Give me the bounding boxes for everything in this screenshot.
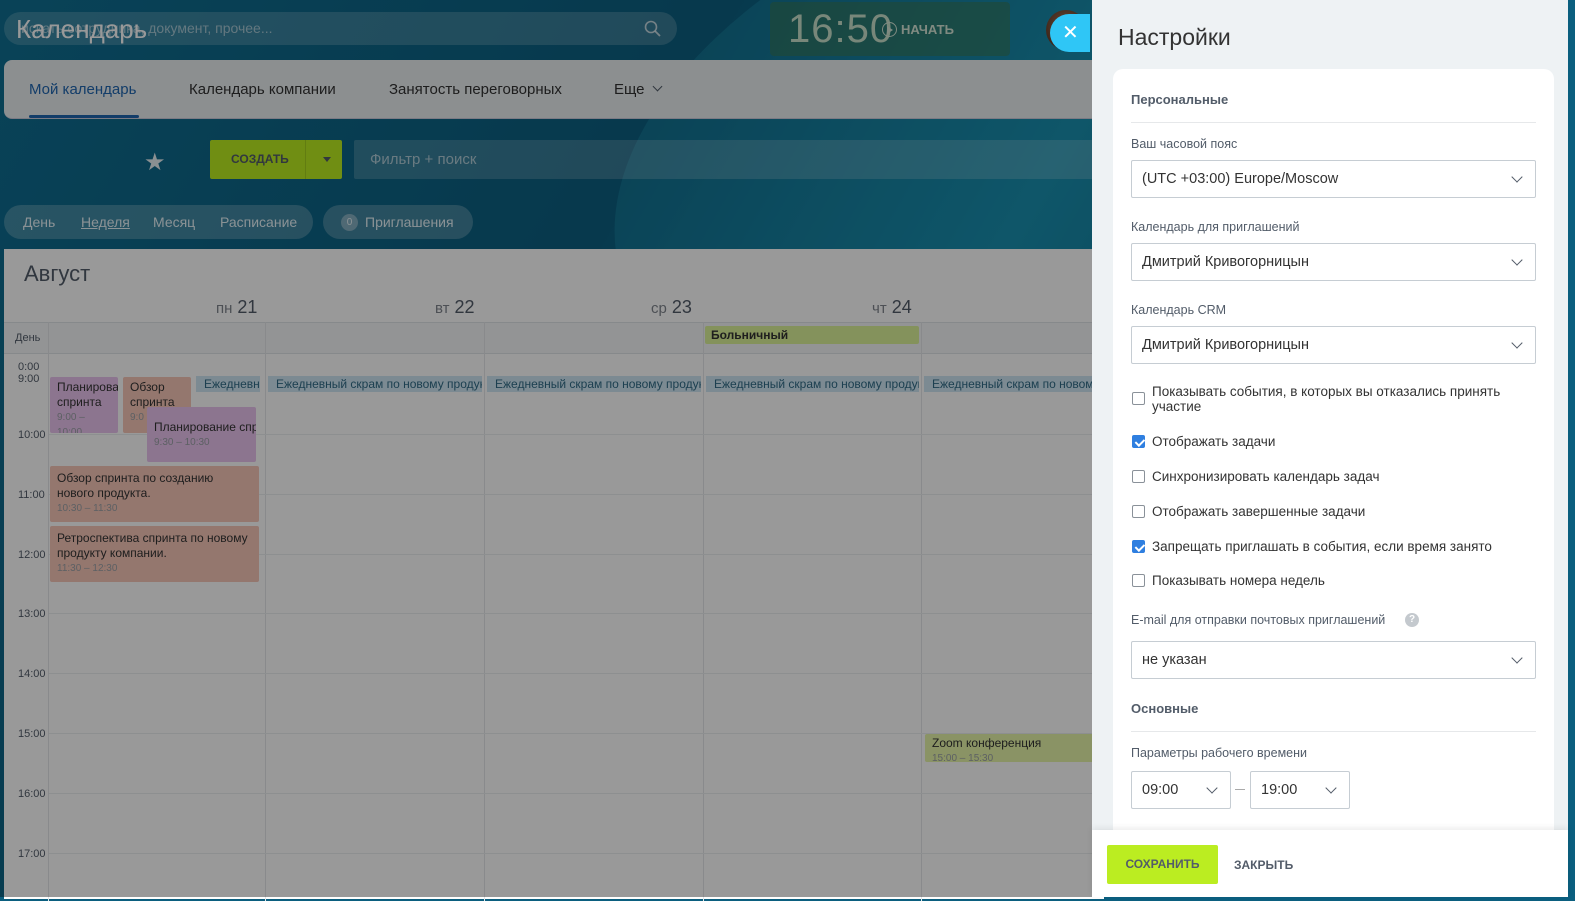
- chevron-down-icon: [1325, 782, 1337, 794]
- checkbox-show-declined[interactable]: [1132, 392, 1145, 405]
- work-end-select[interactable]: 19:00: [1250, 771, 1350, 809]
- divider: [1131, 731, 1536, 732]
- chevron-down-icon: [1511, 254, 1523, 266]
- email-select[interactable]: не указан: [1131, 641, 1536, 679]
- work-start-select[interactable]: 09:00: [1131, 771, 1231, 809]
- invitation-calendar-label: Календарь для приглашений: [1131, 220, 1300, 234]
- settings-card: Персональные Ваш часовой пояс (UTC +03:0…: [1113, 69, 1554, 849]
- chevron-down-icon: [1511, 337, 1523, 349]
- email-label: E-mail для отправки почтовых приглашений: [1131, 613, 1386, 627]
- help-icon[interactable]: ?: [1405, 613, 1419, 627]
- checkbox-deny-busy[interactable]: [1132, 540, 1145, 553]
- checkbox-label[interactable]: Показывать номера недель: [1152, 573, 1532, 588]
- divider: [1131, 122, 1536, 123]
- crm-calendar-select[interactable]: Дмитрий Кривогорницын: [1131, 326, 1536, 364]
- checkbox-label[interactable]: Запрещать приглашать в события, если вре…: [1152, 539, 1532, 554]
- section-personal: Персональные: [1131, 92, 1229, 107]
- checkbox-label[interactable]: Показывать события, в которых вы отказал…: [1152, 384, 1532, 414]
- chevron-down-icon: [1511, 171, 1523, 183]
- panel-footer: СОХРАНИТЬ ЗАКРЫТЬ: [1092, 830, 1568, 897]
- timezone-select[interactable]: (UTC +03:00) Europe/Moscow: [1131, 160, 1536, 198]
- checkbox-week-numbers[interactable]: [1132, 574, 1145, 587]
- checkbox-label[interactable]: Синхронизировать календарь задач: [1152, 469, 1532, 484]
- section-basic: Основные: [1131, 701, 1199, 716]
- save-button[interactable]: СОХРАНИТЬ: [1107, 845, 1218, 884]
- checkbox-show-tasks[interactable]: [1132, 435, 1145, 448]
- crm-calendar-label: Календарь CRM: [1131, 303, 1227, 317]
- checkbox-sync-tasks[interactable]: [1132, 470, 1145, 483]
- work-time-label: Параметры рабочего времени: [1131, 746, 1307, 760]
- settings-panel: Настройки Персональные Ваш часовой пояс …: [1092, 0, 1568, 897]
- modal-overlay[interactable]: [0, 0, 1092, 897]
- invitation-calendar-select[interactable]: Дмитрий Кривогорницын: [1131, 243, 1536, 281]
- close-button[interactable]: ЗАКРЫТЬ: [1234, 858, 1293, 872]
- chevron-down-icon: [1511, 652, 1523, 664]
- chevron-down-icon: [1206, 782, 1218, 794]
- checkbox-label[interactable]: Отображать задачи: [1152, 434, 1532, 449]
- checkbox-show-completed[interactable]: [1132, 505, 1145, 518]
- checkbox-label[interactable]: Отображать завершенные задачи: [1152, 504, 1532, 519]
- range-separator: [1235, 789, 1245, 790]
- timezone-label: Ваш часовой пояс: [1131, 137, 1238, 151]
- close-icon: ✕: [1062, 22, 1079, 44]
- close-panel-button[interactable]: ✕: [1050, 14, 1090, 52]
- panel-title: Настройки: [1118, 24, 1231, 50]
